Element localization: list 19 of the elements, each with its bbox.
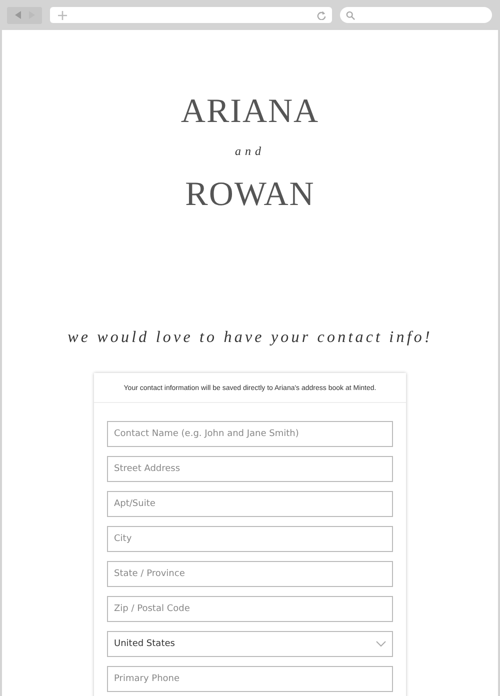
back-forward-buttons[interactable]: [7, 6, 42, 24]
couple-name: ARIANA: [180, 92, 320, 132]
input-field[interactable]: Primary Phone: [107, 666, 393, 692]
tagline: we would love to have your contact info!: [68, 329, 432, 347]
country-dropdown[interactable]: United States: [107, 631, 393, 657]
search-field[interactable]: [340, 7, 492, 23]
input-field[interactable]: Apt/Suite: [107, 491, 393, 517]
input-field[interactable]: Street Address: [107, 456, 393, 482]
input-field[interactable]: Zip / Postal Code: [107, 596, 393, 622]
search-icon: [346, 10, 355, 20]
couple-name: ROWAN: [185, 175, 315, 215]
plus-icon[interactable]: [58, 10, 67, 20]
reload-icon[interactable]: [317, 10, 326, 20]
input-field[interactable]: City: [107, 526, 393, 552]
chevron-down-icon: [376, 641, 386, 647]
input-field[interactable]: State / Province: [107, 561, 393, 587]
address-bar[interactable]: [50, 7, 332, 23]
and-text: and: [235, 144, 265, 159]
input-field[interactable]: Contact Name (e.g. John and Jane Smith): [107, 421, 393, 447]
